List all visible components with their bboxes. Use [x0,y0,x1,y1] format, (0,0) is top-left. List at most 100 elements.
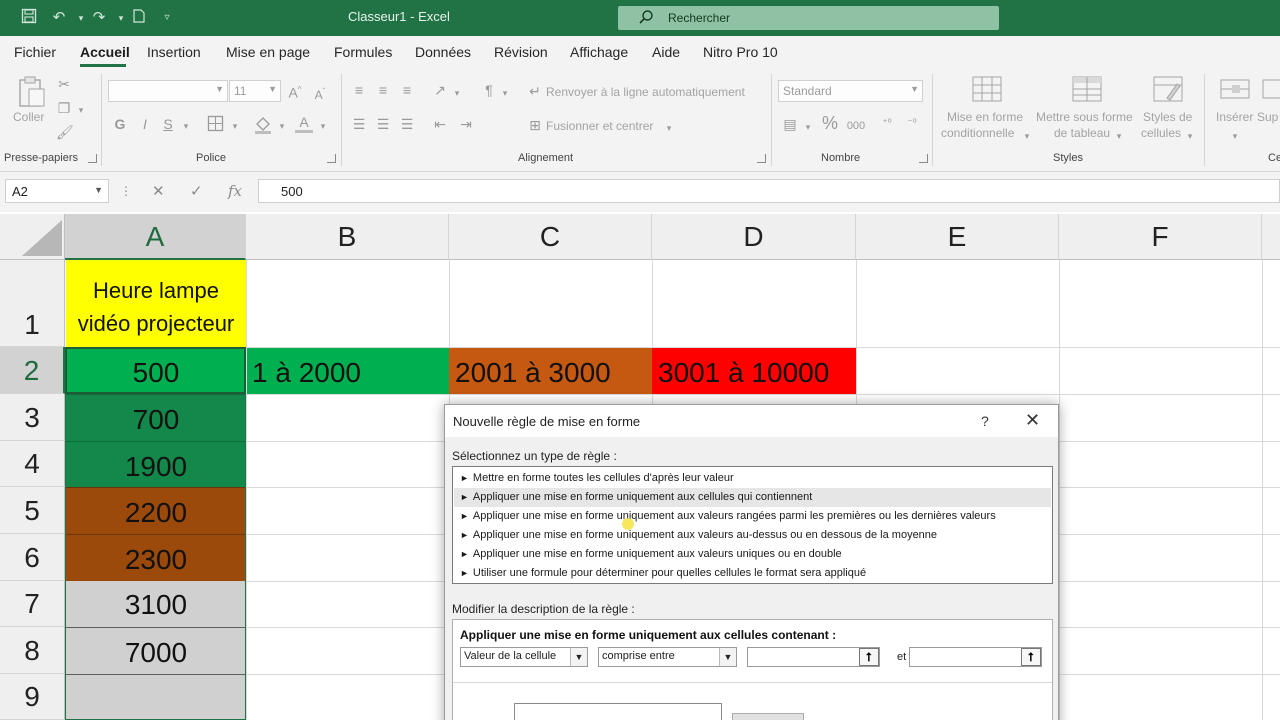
font-color-dropdown-icon[interactable]: ▾ [318,118,328,134]
conditional-formatting-label[interactable]: Mise en forme [947,110,1023,124]
row-header-4[interactable]: 4 [0,441,65,487]
decrease-indent-icon[interactable]: ⇤ [432,116,448,132]
cancel-icon[interactable]: ✕ [152,182,165,200]
delete-cells-label[interactable]: Sup [1257,110,1278,124]
increase-font-icon[interactable]: A^ [286,82,304,101]
tab-formules[interactable]: Formules [334,44,392,60]
tab-accueil[interactable]: Accueil [80,44,130,60]
paragraph-icon[interactable]: ¶ [481,82,497,98]
customize-toolbar-icon[interactable]: ▿ [156,8,178,28]
accounting-format-icon[interactable]: ▤ [780,116,800,132]
range-picker-icon[interactable]: ⭡ [859,648,879,666]
column-header-d[interactable]: D [652,214,856,260]
orientation-dropdown-icon[interactable]: ▾ [452,85,462,101]
align-left-icon[interactable]: ☰ [351,116,367,132]
cut-icon[interactable]: ✂ [56,76,72,92]
value-1-input[interactable]: ⭡ [747,647,880,667]
search-box[interactable]: Rechercher [618,6,999,30]
tab-insertion[interactable]: Insertion [147,44,201,60]
cell-a8[interactable]: 7000 [66,627,246,674]
align-right-icon[interactable]: ☰ [399,116,415,132]
column-header-c[interactable]: C [449,214,652,260]
number-launcher-icon[interactable] [919,154,928,163]
chevron-down-icon[interactable]: ▾ [1230,128,1240,144]
row-header-6[interactable]: 6 [0,534,65,581]
decrease-font-icon[interactable]: Aˇ [311,84,329,103]
alignment-launcher-icon[interactable] [757,154,766,163]
cell-b2[interactable]: 1 à 2000 [247,348,449,394]
column-header-a[interactable]: A [65,214,246,260]
formula-input[interactable]: 500 [258,179,1280,203]
rule-type-option-selected[interactable]: ► Appliquer une mise en forme uniquement … [454,488,1051,507]
conditional-formatting-label-2[interactable]: conditionnelle [941,126,1014,140]
cell-a1[interactable]: Heure lampe vidéo projecteur [66,260,246,347]
condition-field-select[interactable]: Valeur de la cellule ▼ [460,647,588,667]
clipboard-launcher-icon[interactable] [88,154,97,163]
chevron-down-icon[interactable]: ▾ [1185,128,1195,144]
cell-styles-label[interactable]: Styles de [1143,110,1192,124]
row-header-1[interactable]: 1 [0,260,65,347]
row-header-5[interactable]: 5 [0,487,65,534]
bold-button[interactable]: G [112,116,128,132]
column-header-e[interactable]: E [856,214,1059,260]
cell-a7[interactable]: 3100 [66,581,246,627]
merge-center-button[interactable]: Fusionner et centrer [546,119,653,133]
row-header-7[interactable]: 7 [0,581,65,627]
font-color-icon[interactable]: A [295,114,313,133]
increase-decimal-icon[interactable]: ⁺⁰ [877,116,897,132]
increase-indent-icon[interactable]: ⇥ [458,116,474,132]
align-bottom-icon[interactable]: ≡ [399,82,415,98]
borders-dropdown-icon[interactable]: ▾ [230,118,240,134]
redo-icon[interactable]: ↷ [88,8,110,28]
number-format-select[interactable]: Standard ▼ [778,80,923,102]
format-as-table-label[interactable]: Mettre sous forme [1036,110,1133,124]
format-button[interactable] [732,713,804,720]
wrap-text-button[interactable]: Renvoyer à la ligne automatiquement [546,85,745,99]
merge-dropdown-icon[interactable]: ▾ [664,120,674,136]
format-as-table-label-2[interactable]: de tableau [1054,126,1110,140]
cell-a5[interactable]: 2200 [66,487,246,534]
copy-icon[interactable]: ❐ [56,100,72,116]
tab-affichage[interactable]: Affichage [570,44,628,60]
tab-revision[interactable]: Révision [494,44,548,60]
range-picker-icon[interactable]: ⭡ [1021,648,1041,666]
cell-a6[interactable]: 2300 [66,534,246,581]
cell-a2[interactable]: 500 [66,348,246,394]
condition-operator-select[interactable]: comprise entre ▼ [598,647,737,667]
row-header-8[interactable]: 8 [0,627,65,674]
row-header-2[interactable]: 2 [0,347,65,394]
cell-styles-icon[interactable] [1153,76,1183,104]
decrease-decimal-icon[interactable]: ⁻⁰ [902,116,922,132]
format-as-table-icon[interactable] [1072,76,1102,104]
rule-type-option[interactable]: ► Mettre en forme toutes les cellules d'a… [454,469,1051,488]
rule-type-list[interactable]: ► Mettre en forme toutes les cellules d'a… [452,466,1053,584]
insert-function-icon[interactable]: fx [228,182,242,200]
fill-color-dropdown-icon[interactable]: ▾ [277,118,287,134]
underline-dropdown-icon[interactable]: ▾ [181,118,191,134]
row-header-3[interactable]: 3 [0,394,65,441]
align-middle-icon[interactable]: ≡ [375,82,391,98]
tab-nitro[interactable]: Nitro Pro 10 [703,44,778,60]
cell-a4[interactable]: 1900 [66,441,246,487]
cell-styles-label-2[interactable]: cellules [1141,126,1181,140]
rule-type-option[interactable]: ► Appliquer une mise en forme uniquement … [454,545,1051,564]
undo-icon[interactable]: ↶ [48,8,70,28]
font-name-select[interactable]: ▼ [108,80,228,102]
fill-color-icon[interactable] [254,115,272,138]
insert-cells-label[interactable]: Insérer [1216,110,1253,124]
conditional-formatting-icon[interactable] [972,76,1002,104]
enter-icon[interactable]: ✓ [190,182,203,200]
underline-button[interactable]: S [161,116,175,132]
italic-button[interactable]: I [138,116,152,132]
rule-type-option[interactable]: ► Appliquer une mise en forme uniquement … [454,507,1051,526]
percent-style-icon[interactable]: % [820,114,840,132]
comma-style-icon[interactable]: 000 [845,118,867,134]
column-header-b[interactable]: B [246,214,449,260]
name-box[interactable]: A2 ▼ [5,179,109,203]
delete-cells-icon[interactable] [1262,76,1280,104]
cell-a3[interactable]: 700 [66,394,246,441]
paste-icon[interactable] [16,76,46,108]
touch-mode-icon[interactable] [128,8,150,28]
paragraph-dropdown-icon[interactable]: ▾ [500,85,510,101]
copy-dropdown-icon[interactable]: ▾ [76,102,86,118]
